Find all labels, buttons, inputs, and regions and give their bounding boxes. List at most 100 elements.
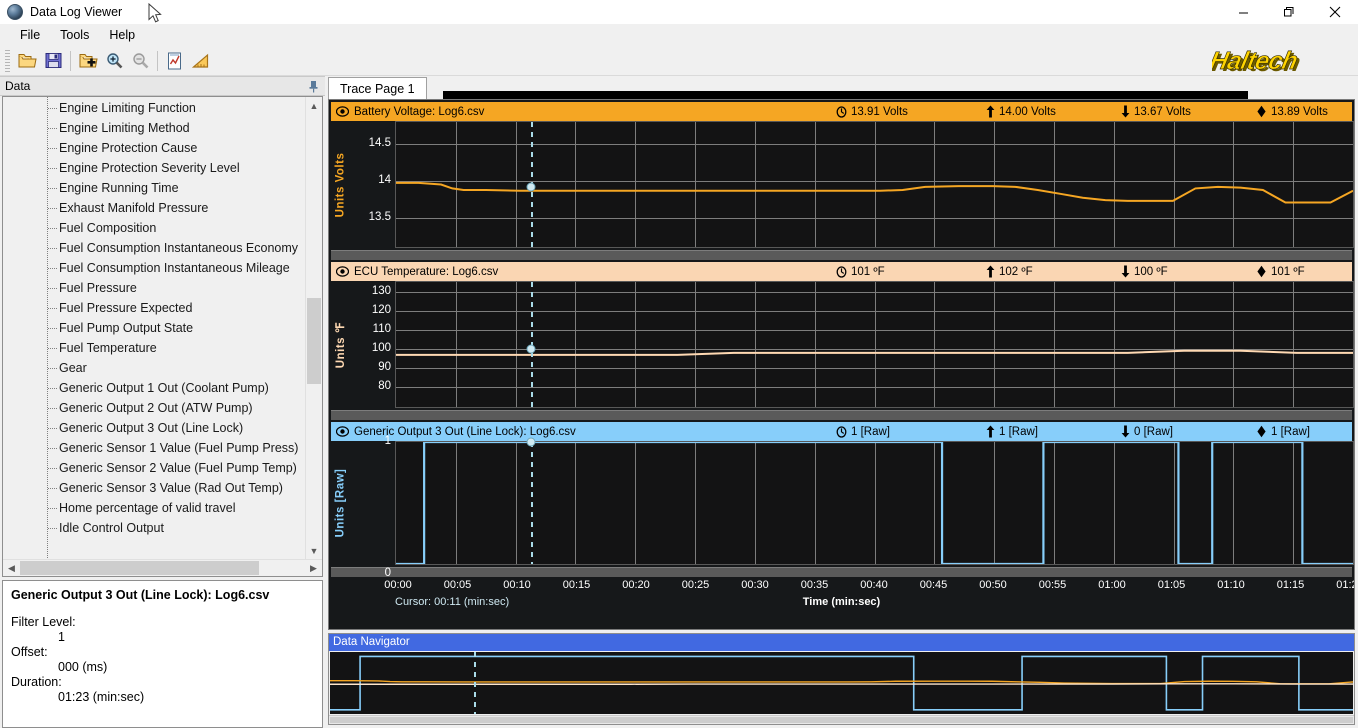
tree-hscroll-track[interactable] <box>20 560 305 576</box>
trace-stat-value: 101 ºF <box>1271 265 1305 278</box>
sidebar-item[interactable]: Fuel Consumption Instantaneous Economy <box>3 238 305 258</box>
navigator-scrollbar-thumb[interactable] <box>330 717 1353 723</box>
menu-file[interactable]: File <box>10 26 50 44</box>
sidebar-item[interactable]: Fuel Pump Output State <box>3 318 305 338</box>
close-button[interactable] <box>1312 0 1358 24</box>
sidebar-item[interactable]: Generic Output 3 Out (Line Lock) <box>3 418 305 438</box>
plot-area[interactable] <box>395 437 1354 565</box>
main-body: Data Engine Limiting Function Engine Limi… <box>0 76 1358 728</box>
trace-resize-splitter[interactable] <box>331 250 1352 260</box>
trace-stat-min-down-arrow: 0 [Raw] <box>1121 425 1173 438</box>
minimize-button[interactable] <box>1220 0 1266 24</box>
sidebar-item[interactable]: Home percentage of valid travel <box>3 498 305 518</box>
x-axis-tick-label: 00:35 <box>800 579 829 591</box>
average-diamond-icon <box>1256 105 1267 118</box>
toolbar: Haltech Haltech <box>0 46 1358 77</box>
toolbar-grip[interactable] <box>5 49 10 72</box>
report-icon[interactable] <box>163 49 187 73</box>
sidebar-item[interactable]: Idle Control Output <box>3 518 305 538</box>
tree-vscroll-thumb[interactable] <box>307 298 321 384</box>
haltech-logo: Haltech Haltech <box>1207 47 1358 77</box>
sidebar-item[interactable]: Fuel Pressure Expected <box>3 298 305 318</box>
zoom-out-icon[interactable] <box>128 49 152 73</box>
x-axis-tick-label: 00:10 <box>503 579 531 591</box>
data-navigator-plot[interactable] <box>330 651 1353 714</box>
x-axis-tick-label: 01:10 <box>1217 579 1245 591</box>
sidebar-item[interactable]: Engine Running Time <box>3 178 305 198</box>
tree-vscroll-track[interactable] <box>306 114 322 542</box>
plot-area[interactable] <box>395 121 1354 248</box>
tab-trace-page-1[interactable]: Trace Page 1 <box>328 77 427 99</box>
trace-data-line <box>396 351 1353 355</box>
sidebar-item[interactable]: Engine Protection Severity Level <box>3 158 305 178</box>
sidebar-item[interactable]: Engine Limiting Method <box>3 118 305 138</box>
trace-resize-splitter[interactable] <box>331 567 1352 577</box>
cursor-value-dot[interactable] <box>526 182 536 192</box>
sidebar-item[interactable]: Gear <box>3 358 305 378</box>
zoom-in-icon[interactable] <box>102 49 126 73</box>
data-tree-container: Engine Limiting Function Engine Limiting … <box>2 96 323 577</box>
trace-header[interactable]: Generic Output 3 Out (Line Lock): Log6.c… <box>331 422 1352 441</box>
menu-help[interactable]: Help <box>99 26 145 44</box>
sidebar-item[interactable]: Generic Output 1 Out (Coolant Pump) <box>3 378 305 398</box>
trace-resize-splitter[interactable] <box>331 410 1352 420</box>
sidebar-item[interactable]: Generic Sensor 1 Value (Fuel Pump Press) <box>3 438 305 458</box>
tree-vertical-scrollbar[interactable]: ▲ ▼ <box>305 97 322 559</box>
y-axis-ticks: 130 120 110 100 90 80 <box>351 281 395 408</box>
tree-horizontal-scrollbar[interactable]: ◀ ▶ <box>3 559 322 576</box>
sidebar-item-label: Fuel Pressure Expected <box>59 301 193 315</box>
cursor-value-dot[interactable] <box>526 437 536 447</box>
scroll-down-arrow-icon[interactable]: ▼ <box>306 542 322 559</box>
app-sphere-icon <box>7 4 23 20</box>
scroll-up-arrow-icon[interactable]: ▲ <box>306 97 322 114</box>
tree-hscroll-thumb[interactable] <box>20 561 260 575</box>
sidebar-item[interactable]: Exhaust Manifold Pressure <box>3 198 305 218</box>
trace-header[interactable]: ECU Temperature: Log6.csv 101 ºF 102 ºF 100… <box>331 262 1352 281</box>
sidebar-item[interactable]: Fuel Composition <box>3 218 305 238</box>
trace-header[interactable]: Battery Voltage: Log6.csv 13.91 Volts 14.0… <box>331 102 1352 121</box>
info-value-filter-level: 1 <box>58 630 65 644</box>
charts-container: Battery Voltage: Log6.csv 13.91 Volts 14.0… <box>328 99 1355 630</box>
sidebar-item-label: Generic Output 2 Out (ATW Pump) <box>59 401 253 415</box>
sidebar-item[interactable]: Engine Limiting Function <box>3 98 305 118</box>
menu-tools[interactable]: Tools <box>50 26 99 44</box>
cursor-line[interactable] <box>530 442 533 564</box>
measure-icon[interactable] <box>189 49 213 73</box>
info-value-duration: 01:23 (min:sec) <box>58 690 145 704</box>
scroll-left-arrow-icon[interactable]: ◀ <box>3 560 20 576</box>
trace-data-line <box>396 183 1353 203</box>
trace-stat-average-diamond: 13.89 Volts <box>1256 105 1328 118</box>
cursor-value-dot[interactable] <box>526 344 536 353</box>
average-diamond-icon <box>1256 425 1267 438</box>
visibility-eye-icon[interactable] <box>336 426 349 437</box>
sidebar-item[interactable]: Generic Sensor 2 Value (Fuel Pump Temp) <box>3 458 305 478</box>
sidebar-item[interactable]: Fuel Pressure <box>3 278 305 298</box>
trace-line-svg <box>396 282 1353 407</box>
visibility-eye-icon[interactable] <box>336 266 349 277</box>
toolbar-separator-1 <box>70 50 71 71</box>
scroll-right-arrow-icon[interactable]: ▶ <box>305 560 322 576</box>
y-axis-title: Units Volts <box>329 121 351 248</box>
x-axis-tick-label: 00:50 <box>979 579 1007 591</box>
sidebar-item[interactable]: Generic Sensor 3 Value (Rad Out Temp) <box>3 478 305 498</box>
open-add-icon[interactable] <box>76 49 100 73</box>
tree-scroll-area: Engine Limiting Function Engine Limiting … <box>3 97 322 559</box>
save-icon[interactable] <box>41 49 65 73</box>
sidebar-item[interactable]: Engine Protection Cause <box>3 138 305 158</box>
sidebar-item[interactable]: Generic Output 2 Out (ATW Pump) <box>3 398 305 418</box>
sidebar-item-label: Fuel Pump Output State <box>59 321 194 335</box>
pin-icon[interactable] <box>308 80 319 96</box>
open-icon[interactable] <box>15 49 39 73</box>
navigator-scrollbar[interactable] <box>329 715 1354 724</box>
plot-area[interactable] <box>395 281 1354 408</box>
visibility-eye-icon[interactable] <box>336 106 349 117</box>
trace-line-svg <box>396 442 1353 564</box>
sidebar-item-label: Home percentage of valid travel <box>59 501 236 515</box>
trace-stat-value: 100 ºF <box>1134 265 1168 278</box>
x-axis-title: Time (min:sec) <box>802 596 881 608</box>
navigator-cursor-line[interactable] <box>474 651 477 714</box>
sidebar-item[interactable]: Fuel Temperature <box>3 338 305 358</box>
data-pane: Data Engine Limiting Function Engine Limi… <box>0 76 325 728</box>
sidebar-item[interactable]: Fuel Consumption Instantaneous Mileage <box>3 258 305 278</box>
maximize-button[interactable] <box>1266 0 1312 24</box>
